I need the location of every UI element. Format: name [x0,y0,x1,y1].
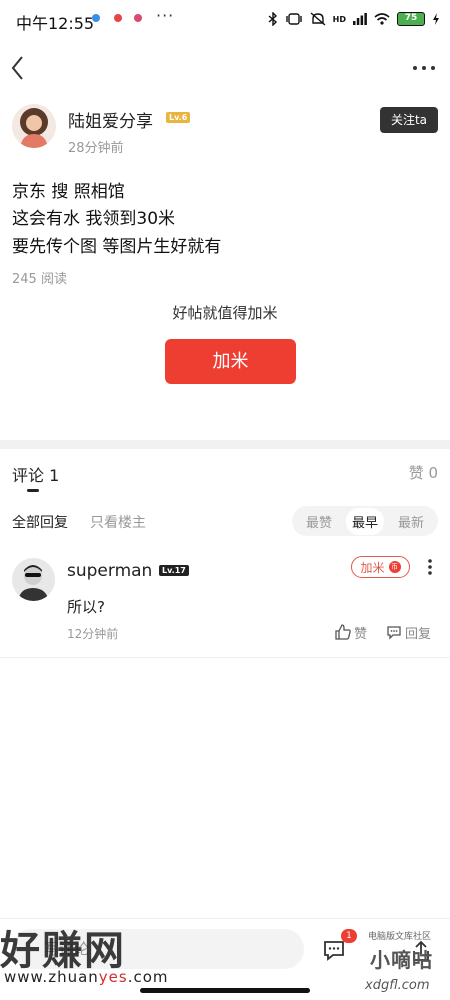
author-level-badge: Lv.6 [166,112,191,123]
sort-earliest[interactable]: 最早 [345,507,384,535]
status-time: 中午12:55 [16,14,95,33]
watermark-url-suffix: .com [127,968,169,986]
notification-icon [114,14,122,22]
section-divider [0,440,450,449]
author-name[interactable]: 陆姐爱分享 [68,107,153,132]
comment-text: 所以? [67,598,105,616]
watermark-caption: 电脑版文库社区 [368,932,432,942]
post-content-line: 要先传个图 等图片生好就有 [12,237,222,257]
watermark-logo-text: 小嘀咕 [370,948,433,972]
watermark-url: www.zhuanyes.com [4,968,169,986]
notification-icon [134,14,142,22]
author-avatar[interactable] [12,104,56,148]
filter-op-only[interactable]: 只看楼主 [90,512,146,532]
reply-icon [387,626,401,640]
avatar-image-icon [20,108,48,148]
post-content-line: 这会有水 我领到30米 [12,209,176,229]
wifi-icon [374,13,390,25]
thumbs-up-icon [335,624,351,640]
comment-count-badge: 1 [341,929,357,943]
sort-segmented-control: 最赞 最早 最新 [292,506,438,536]
avatar-image-icon [12,558,55,601]
comment-icon[interactable] [322,938,346,962]
watermark-url-highlight: yes [98,968,128,986]
sort-most-liked[interactable]: 最赞 [300,508,338,535]
add-rice-badge-label: 加米 [360,560,385,575]
comment-divider [0,657,450,658]
charging-icon [433,13,439,25]
reply-label: 回复 [405,626,432,642]
coin-icon: 币 [388,561,401,573]
commenter-level-badge: Lv.17 [159,565,189,576]
reply-button[interactable]: 回复 [386,622,431,642]
status-icons: HD 75 [268,8,440,30]
add-rice-badge[interactable]: 加米 币 [351,556,410,578]
mute-icon [310,12,326,26]
vibrate-icon [285,13,302,25]
post-content-line: 京东 搜 照相馆 [12,182,125,202]
tab-likes[interactable]: 赞 0 [409,462,438,483]
home-indicator[interactable] [140,988,310,993]
filter-all-replies[interactable]: 全部回复 [12,512,68,532]
follow-button[interactable]: 关注ta [380,107,438,133]
back-arrow-icon[interactable] [8,54,32,82]
network-type-label: HD [332,14,346,24]
battery-icon: 75 [397,12,425,26]
read-count: 245 阅读 [12,272,67,287]
bluetooth-icon [268,12,277,26]
signal-icon [353,13,367,25]
status-more-icon: ··· [156,6,175,25]
encourage-text: 好帖就值得加米 [172,304,278,322]
notification-icon [92,14,100,22]
like-label: 赞 [354,626,368,642]
more-options-icon[interactable] [412,62,436,74]
tab-comments[interactable]: 评论 1 [12,462,59,486]
tab-active-indicator [27,489,39,492]
comment-more-icon[interactable] [426,558,434,576]
add-rice-button[interactable]: 加米 [165,339,296,384]
watermark-url-prefix: www.zhuan [4,968,99,986]
post-time: 28分钟前 [68,141,124,156]
comment-time: 12分钟前 [67,627,119,641]
sort-latest[interactable]: 最新 [392,508,430,535]
watermark-url-right: xdgfl.com [365,978,430,993]
commenter-avatar[interactable] [12,558,55,601]
like-button[interactable]: 赞 [334,622,367,642]
status-bar: 中午12:55 ··· HD 75 [0,0,450,40]
commenter-name[interactable]: superman [67,561,152,581]
